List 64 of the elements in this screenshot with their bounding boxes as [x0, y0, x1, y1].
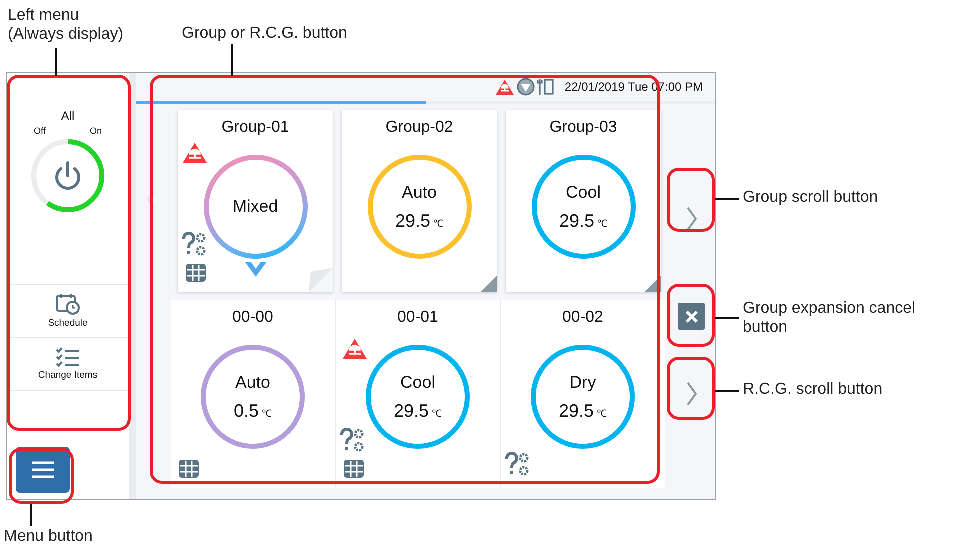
- callout-label: button: [743, 318, 788, 337]
- close-icon: [684, 310, 698, 324]
- temperature: 29.5: [559, 210, 595, 232]
- group-card[interactable]: Group-01 Mixed: [178, 110, 333, 292]
- leader-line: [715, 390, 739, 392]
- rcg-name: 00-00: [232, 309, 274, 327]
- leader-line: [715, 317, 739, 319]
- menu-button[interactable]: [16, 447, 70, 493]
- on-label: On: [90, 126, 102, 136]
- unit-label: ℃: [262, 408, 272, 420]
- callout-frame: [667, 168, 715, 232]
- off-label: Off: [34, 126, 46, 136]
- mode-label: Auto: [402, 182, 437, 202]
- leader-line: [30, 504, 32, 526]
- wrench-icon: [536, 78, 555, 96]
- callout-frame: [9, 448, 74, 504]
- callout-label: R.C.G. scroll button: [743, 380, 883, 399]
- callout-label: Group scroll button: [743, 188, 878, 207]
- chevron-right-icon: [686, 206, 698, 232]
- callout-label: (Always display): [8, 25, 124, 44]
- leader-line: [55, 48, 57, 76]
- rcg-name: 00-02: [562, 309, 604, 327]
- mode-label: Auto: [236, 372, 270, 392]
- mode-label: Dry: [570, 372, 596, 392]
- unit-label: ℃: [434, 218, 444, 230]
- callout-frame: [667, 284, 715, 347]
- menu-icon: [32, 461, 54, 479]
- callout-label: Menu button: [4, 527, 93, 546]
- all-label: All: [61, 109, 75, 123]
- group-name: Group-01: [222, 119, 290, 137]
- group-card[interactable]: Group-02 Auto 29.5 ℃: [342, 110, 497, 292]
- group-name: Group-02: [386, 119, 454, 137]
- menu-item[interactable]: Change Items: [7, 337, 129, 391]
- unit-label: ℃: [597, 408, 608, 420]
- group-name: Group-03: [550, 119, 618, 137]
- mode-label: Cool: [566, 182, 601, 202]
- rcg-tile[interactable]: 00-01 Cool 29.5 ℃: [336, 300, 501, 488]
- callout-label: Group expansion cancel: [743, 299, 916, 318]
- temperature: 29.5: [395, 210, 431, 232]
- temperature: 0.5: [234, 400, 260, 422]
- mode-label: Mixed: [232, 197, 278, 217]
- group-card[interactable]: Group-03 Cool 29.5 ℃: [506, 110, 661, 292]
- calendar-clock-icon: [56, 293, 80, 315]
- callout-label: Left menu: [8, 6, 80, 25]
- leader-line: [715, 198, 739, 200]
- unit-label: ℃: [598, 218, 608, 230]
- cancel-button[interactable]: [678, 303, 705, 330]
- temperature: 29.5: [558, 400, 594, 422]
- checklist-icon: [56, 347, 80, 367]
- callout-label: Group or R.C.G. button: [182, 24, 348, 43]
- unit-label: ℃: [432, 408, 442, 420]
- rcg-tile[interactable]: 00-02 Dry 29.5 ℃: [501, 300, 665, 488]
- rcg-tile[interactable]: 00-00 Auto 0.5 ℃: [171, 300, 336, 488]
- chevron-left-icon[interactable]: [146, 190, 156, 210]
- warning-icon: [494, 78, 515, 96]
- filter-icon: [516, 78, 535, 96]
- temperature: 29.5: [394, 400, 430, 422]
- rcg-name: 00-01: [398, 309, 438, 327]
- callout-frame: [667, 357, 715, 420]
- chevron-right-icon: [686, 381, 698, 407]
- mode-label: Cool: [400, 372, 436, 392]
- leader-line: [231, 44, 233, 76]
- menu-item[interactable]: Schedule: [7, 284, 129, 337]
- page-curl-icon: [309, 268, 333, 292]
